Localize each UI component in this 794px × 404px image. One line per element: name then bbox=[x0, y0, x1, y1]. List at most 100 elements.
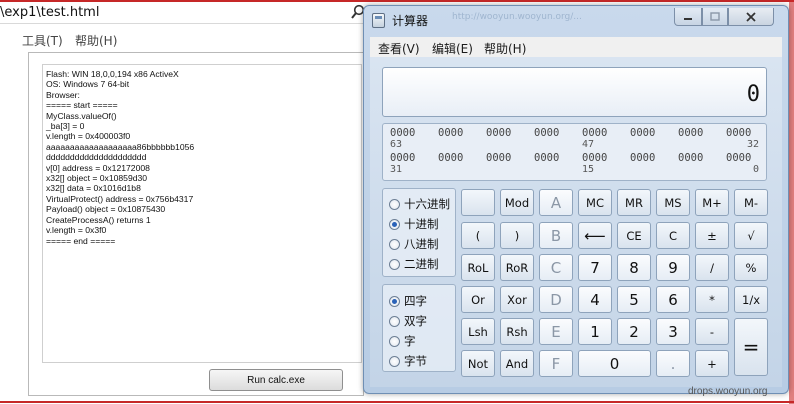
output-line: _ba[3] = 0 bbox=[46, 121, 85, 132]
key-9[interactable]: 9 bbox=[656, 254, 690, 281]
key-decimal[interactable]: . bbox=[656, 350, 690, 377]
maximize-icon bbox=[710, 12, 720, 21]
minimize-button[interactable] bbox=[674, 8, 702, 26]
bit-group[interactable]: 0000 bbox=[678, 152, 703, 164]
radio-button[interactable] bbox=[389, 355, 400, 367]
bit-group[interactable]: 0000 bbox=[486, 127, 511, 139]
key-4[interactable]: 4 bbox=[578, 286, 612, 313]
bit-group[interactable]: 0000 bbox=[534, 127, 559, 139]
output-line: Payload() object = 0x10875430 bbox=[46, 204, 166, 215]
address-bar[interactable]: \exp1\test.html bbox=[0, 2, 372, 24]
key-6[interactable]: 6 bbox=[656, 286, 690, 313]
menu-tools[interactable]: 工具(T) bbox=[22, 32, 63, 49]
key-8[interactable]: 8 bbox=[617, 254, 651, 281]
key-equals[interactable]: = bbox=[734, 318, 768, 376]
bit-group[interactable]: 0000 bbox=[726, 152, 751, 164]
radio-oct[interactable]: 八进制 bbox=[389, 236, 439, 252]
key-mplus[interactable]: M+ bbox=[695, 189, 729, 216]
key-ms[interactable]: MS bbox=[656, 189, 690, 216]
key-hex-d[interactable]: D bbox=[539, 286, 573, 313]
radio-button[interactable] bbox=[389, 315, 400, 327]
radio-button-selected[interactable] bbox=[389, 295, 400, 307]
radio-label: 字 bbox=[404, 334, 416, 348]
calculator-display: 0 bbox=[382, 67, 767, 117]
radio-button[interactable] bbox=[389, 238, 400, 250]
key-1[interactable]: 1 bbox=[578, 318, 612, 345]
radio-button[interactable] bbox=[389, 258, 400, 270]
radio-button-selected[interactable] bbox=[389, 218, 400, 230]
bit-group[interactable]: 0000 bbox=[390, 152, 415, 164]
key-divide[interactable]: / bbox=[695, 254, 729, 281]
menu-help[interactable]: 帮助(H) bbox=[484, 40, 526, 57]
bit-group[interactable]: 0000 bbox=[582, 127, 607, 139]
key-5[interactable]: 5 bbox=[617, 286, 651, 313]
radio-hex[interactable]: 十六进制 bbox=[389, 196, 450, 212]
key-negate[interactable]: ± bbox=[695, 222, 729, 249]
key-hex-c[interactable]: C bbox=[539, 254, 573, 281]
key-sqrt[interactable]: √ bbox=[734, 222, 768, 249]
key-percent[interactable]: % bbox=[734, 254, 768, 281]
radio-dword[interactable]: 双字 bbox=[389, 313, 427, 329]
key-or[interactable]: Or bbox=[461, 286, 495, 313]
radio-dec[interactable]: 十进制 bbox=[389, 216, 439, 232]
bit-group[interactable]: 0000 bbox=[630, 127, 655, 139]
key-reciprocal[interactable]: 1/x bbox=[734, 286, 768, 313]
output-textarea[interactable]: Flash: WIN 18,0,0,194 x86 ActiveX OS: Wi… bbox=[42, 64, 362, 363]
key-ror[interactable]: RoR bbox=[500, 254, 534, 281]
radio-qword[interactable]: 四字 bbox=[389, 293, 427, 309]
bit-group[interactable]: 0000 bbox=[534, 152, 559, 164]
key-hex-b[interactable]: B bbox=[539, 222, 573, 249]
menu-edit[interactable]: 编辑(E) bbox=[432, 40, 473, 57]
key-close-paren[interactable]: ) bbox=[500, 222, 534, 249]
binary-bits-panel: 0000 0000 0000 0000 0000 0000 0000 0000 … bbox=[382, 123, 767, 181]
key-mod[interactable]: Mod bbox=[500, 189, 534, 216]
radio-word[interactable]: 字 bbox=[389, 333, 416, 349]
key-mc[interactable]: MC bbox=[578, 189, 612, 216]
bit-group[interactable]: 0000 bbox=[486, 152, 511, 164]
key-multiply[interactable]: * bbox=[695, 286, 729, 313]
calculator-body: 0 0000 0000 0000 0000 0000 0000 0000 000… bbox=[370, 57, 782, 387]
key-mminus[interactable]: M- bbox=[734, 189, 768, 216]
bit-group[interactable]: 0000 bbox=[678, 127, 703, 139]
radio-bin[interactable]: 二进制 bbox=[389, 256, 439, 272]
key-rol[interactable]: RoL bbox=[461, 254, 495, 281]
key-3[interactable]: 3 bbox=[656, 318, 690, 345]
key-lsh[interactable]: Lsh bbox=[461, 318, 495, 345]
radio-byte[interactable]: 字节 bbox=[389, 353, 427, 369]
key-add[interactable]: + bbox=[695, 350, 729, 377]
key-mr[interactable]: MR bbox=[617, 189, 651, 216]
bit-group[interactable]: 0000 bbox=[390, 127, 415, 139]
key-2[interactable]: 2 bbox=[617, 318, 651, 345]
calculator-titlebar[interactable]: 计算器 http://wooyun.wooyun.org/... bbox=[364, 6, 788, 34]
bit-group[interactable]: 0000 bbox=[630, 152, 655, 164]
radio-button[interactable] bbox=[389, 198, 400, 210]
run-calc-button[interactable]: Run calc.exe bbox=[209, 369, 343, 391]
key-xor[interactable]: Xor bbox=[500, 286, 534, 313]
key-subtract[interactable]: - bbox=[695, 318, 729, 345]
key-0[interactable]: 0 bbox=[578, 350, 651, 377]
bit-group[interactable]: 0000 bbox=[582, 152, 607, 164]
key-not[interactable]: Not bbox=[461, 350, 495, 377]
output-line: v.length = 0x400003f0 bbox=[46, 131, 131, 142]
bit-group[interactable]: 0000 bbox=[438, 152, 463, 164]
key-hex-e[interactable]: E bbox=[539, 318, 573, 345]
key-7[interactable]: 7 bbox=[578, 254, 612, 281]
radio-label: 八进制 bbox=[404, 237, 439, 251]
close-button[interactable] bbox=[728, 8, 774, 26]
bit-group[interactable]: 0000 bbox=[726, 127, 751, 139]
menu-view[interactable]: 查看(V) bbox=[378, 40, 420, 57]
key-hex-a[interactable]: A bbox=[539, 189, 573, 216]
key-backspace[interactable]: ⟵ bbox=[578, 222, 612, 249]
key-rsh[interactable]: Rsh bbox=[500, 318, 534, 345]
key-hex-f[interactable]: F bbox=[539, 350, 573, 377]
key-ce[interactable]: CE bbox=[617, 222, 651, 249]
menu-help[interactable]: 帮助(H) bbox=[75, 32, 117, 49]
maximize-button[interactable] bbox=[702, 8, 728, 26]
bit-group[interactable]: 0000 bbox=[438, 127, 463, 139]
key-blank[interactable] bbox=[461, 189, 495, 216]
radio-button[interactable] bbox=[389, 335, 400, 347]
key-open-paren[interactable]: ( bbox=[461, 222, 495, 249]
key-clear[interactable]: C bbox=[656, 222, 690, 249]
address-text[interactable]: \exp1\test.html bbox=[0, 5, 99, 20]
key-and[interactable]: And bbox=[500, 350, 534, 377]
